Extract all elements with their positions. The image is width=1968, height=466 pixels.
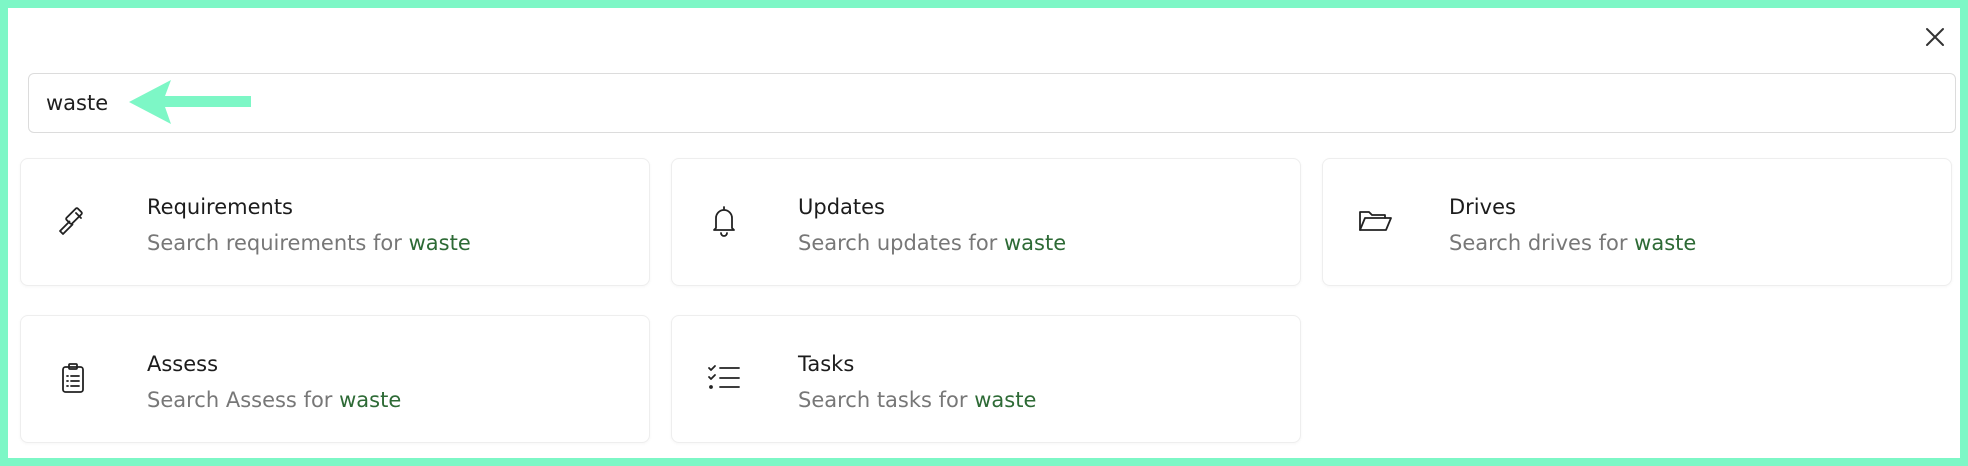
- close-button[interactable]: [1923, 25, 1947, 49]
- card-search-term: waste: [974, 388, 1037, 412]
- search-box[interactable]: [28, 73, 1956, 133]
- card-subtitle: Search Assess for waste: [147, 388, 401, 412]
- card-subtitle-prefix: Search Assess for: [147, 388, 333, 412]
- card-subtitle-prefix: Search tasks for: [798, 388, 968, 412]
- clipboard-list-icon: [55, 360, 91, 396]
- search-card-requirements[interactable]: Requirements Search requirements for was…: [20, 158, 650, 286]
- search-card-tasks[interactable]: Tasks Search tasks for waste: [671, 315, 1301, 443]
- card-search-term: waste: [339, 388, 402, 412]
- bell-icon: [706, 203, 742, 239]
- search-input[interactable]: [46, 74, 1926, 132]
- search-dialog: Requirements Search requirements for was…: [0, 0, 1968, 466]
- close-icon: [1926, 28, 1944, 46]
- card-title: Updates: [798, 195, 885, 219]
- card-subtitle: Search drives for waste: [1449, 231, 1696, 255]
- card-title: Requirements: [147, 195, 293, 219]
- card-subtitle-prefix: Search updates for: [798, 231, 998, 255]
- search-card-assess[interactable]: Assess Search Assess for waste: [20, 315, 650, 443]
- card-search-term: waste: [408, 231, 471, 255]
- card-subtitle: Search requirements for waste: [147, 231, 471, 255]
- checklist-icon: [706, 360, 742, 396]
- card-title: Assess: [147, 352, 219, 376]
- card-subtitle: Search updates for waste: [798, 231, 1066, 255]
- card-search-term: waste: [1634, 231, 1697, 255]
- card-title: Drives: [1449, 195, 1516, 219]
- gavel-icon: [55, 203, 91, 239]
- folder-open-icon: [1357, 203, 1393, 239]
- search-card-drives[interactable]: Drives Search drives for waste: [1322, 158, 1952, 286]
- card-subtitle-prefix: Search requirements for: [147, 231, 402, 255]
- card-subtitle: Search tasks for waste: [798, 388, 1036, 412]
- card-subtitle-prefix: Search drives for: [1449, 231, 1628, 255]
- search-card-updates[interactable]: Updates Search updates for waste: [671, 158, 1301, 286]
- card-search-term: waste: [1004, 231, 1067, 255]
- card-title: Tasks: [798, 352, 855, 376]
